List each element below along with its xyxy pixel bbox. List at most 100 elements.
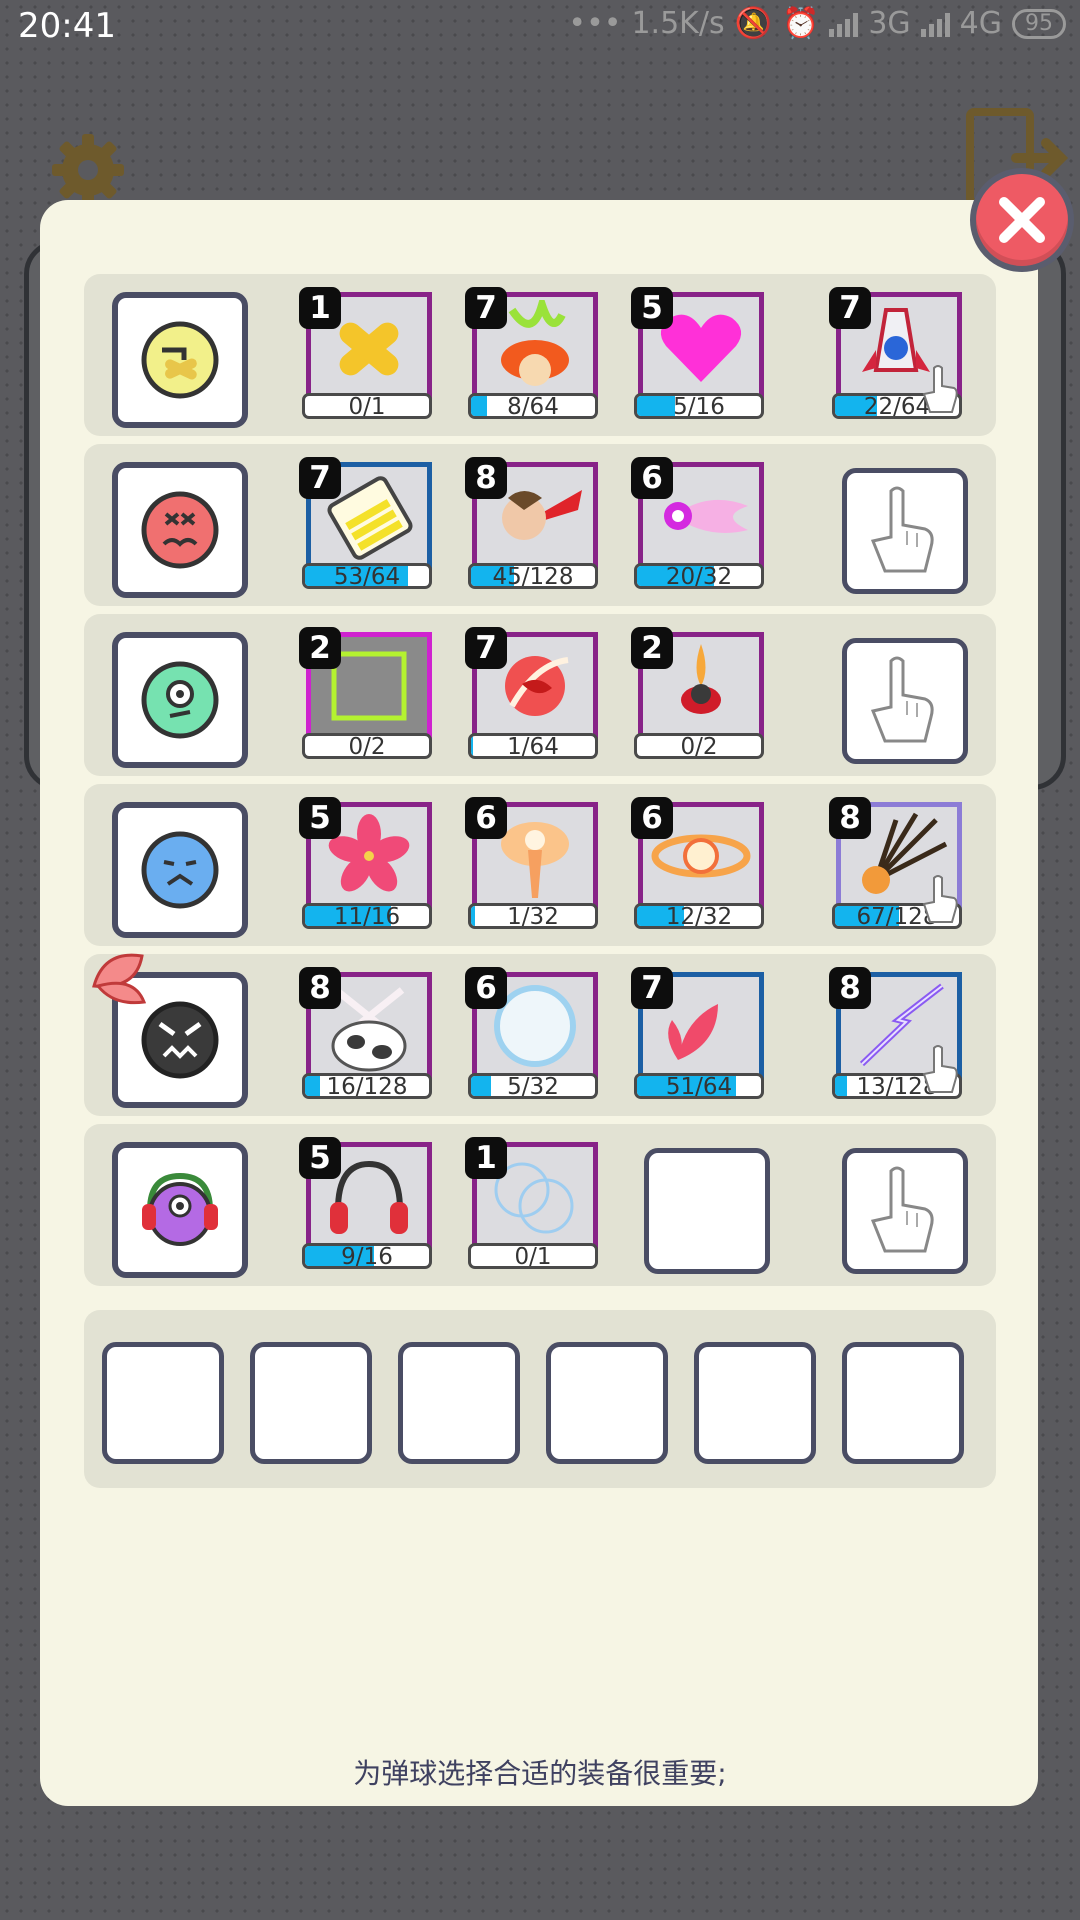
equipment-item[interactable]: 8 45/128 (465, 457, 598, 589)
hand-pointer-icon (870, 1166, 934, 1253)
inventory-slot[interactable] (842, 1342, 964, 1464)
alarm-icon: ⏰ (781, 6, 820, 41)
equipment-item[interactable]: 2 0/2 (299, 627, 432, 759)
item-level-badge: 1 (299, 287, 341, 329)
item-progress-bar: 45/128 (468, 563, 598, 589)
close-icon (999, 197, 1045, 243)
equipment-item[interactable]: 1 0/1 (465, 1137, 598, 1269)
item-progress-bar: 0/1 (302, 393, 432, 419)
item-level-badge: 5 (631, 287, 673, 329)
status-time: 20:41 (18, 6, 116, 46)
blue-sad-ball-icon (141, 831, 219, 909)
item-level-badge: 2 (631, 627, 673, 669)
item-level-badge: 6 (631, 457, 673, 499)
inventory-slot[interactable] (250, 1342, 372, 1464)
equipment-item[interactable]: 5 5/16 (631, 287, 764, 419)
ball-slot[interactable] (112, 292, 248, 428)
inventory-slot[interactable] (694, 1342, 816, 1464)
item-progress-bar: 5/32 (468, 1073, 598, 1099)
equipment-item[interactable]: 7 22/64 (829, 287, 962, 419)
item-progress-text: 51/64 (665, 1074, 733, 1099)
item-progress-bar: 0/2 (634, 733, 764, 759)
item-level-badge: 2 (299, 627, 341, 669)
item-progress-text: 9/16 (341, 1244, 393, 1269)
item-level-badge: 7 (465, 627, 507, 669)
item-progress-bar: 1/32 (468, 903, 598, 929)
item-progress-text: 8/64 (507, 394, 559, 419)
net-speed: 1.5K/s (631, 6, 725, 41)
inventory-slot[interactable] (398, 1342, 520, 1464)
hand-pointer-icon (922, 875, 958, 923)
equipment-item[interactable]: 8 67/128 (829, 797, 962, 929)
item-level-badge: 5 (299, 797, 341, 839)
ball-slot[interactable] (112, 632, 248, 768)
item-progress-text: 11/16 (333, 904, 401, 929)
item-progress-text: 16/128 (326, 1074, 408, 1099)
item-progress-text: 1/32 (507, 904, 559, 929)
item-progress-bar: 5/16 (634, 393, 764, 419)
equipment-item[interactable]: 5 11/16 (299, 797, 432, 929)
net-3g-label: 3G (868, 6, 911, 41)
item-level-badge: 7 (829, 287, 871, 329)
equipment-item[interactable]: 7 1/64 (465, 627, 598, 759)
red-angry-ball-icon (141, 491, 219, 569)
equipment-item[interactable]: 6 5/32 (465, 967, 598, 1099)
empty-equip-slot[interactable] (644, 1148, 770, 1274)
equipment-item[interactable]: 6 12/32 (631, 797, 764, 929)
close-button[interactable] (970, 168, 1074, 272)
mute-icon: 🔕 (734, 6, 772, 41)
equipment-item[interactable]: 5 9/16 (299, 1137, 432, 1269)
ball-row-3: 2 0/2 7 1/64 2 0/2 (84, 614, 996, 776)
equipment-item[interactable]: 6 20/32 (631, 457, 764, 589)
equipment-item[interactable]: 1 0/1 (299, 287, 432, 419)
ball-slot[interactable] (112, 802, 248, 938)
ball-row-6: 5 9/16 1 0/1 (84, 1124, 996, 1286)
hand-pointer-icon (922, 365, 958, 413)
empty-equip-slot[interactable] (842, 1148, 968, 1274)
yellow-mouth-covered-ball-icon (141, 321, 219, 399)
item-progress-bar: 9/16 (302, 1243, 432, 1269)
signal-4g-icon (920, 11, 950, 37)
item-level-badge: 7 (299, 457, 341, 499)
inventory-slot[interactable] (102, 1342, 224, 1464)
item-progress-text: 45/128 (492, 564, 574, 589)
item-level-badge: 8 (829, 967, 871, 1009)
status-dots: ••• (568, 6, 622, 41)
green-one-eye-ball-icon (141, 661, 219, 739)
equipment-item[interactable]: 7 53/64 (299, 457, 432, 589)
item-progress-text: 20/32 (665, 564, 733, 589)
item-progress-text: 0/1 (348, 394, 386, 419)
item-level-badge: 6 (465, 967, 507, 1009)
tip-text: 为弹球选择合适的装备很重要; (353, 1757, 727, 1790)
item-progress-bar: 51/64 (634, 1073, 764, 1099)
ball-row-4: 5 11/16 6 1/32 6 12/32 8 67/128 (84, 784, 996, 946)
equipment-item[interactable]: 7 51/64 (631, 967, 764, 1099)
item-level-badge: 8 (299, 967, 341, 1009)
empty-equip-slot[interactable] (842, 638, 968, 764)
hand-pointer-icon (870, 486, 934, 573)
equipment-item[interactable]: 6 1/32 (465, 797, 598, 929)
item-level-badge: 7 (631, 967, 673, 1009)
equipment-item[interactable]: 7 8/64 (465, 287, 598, 419)
item-progress-bar: 12/32 (634, 903, 764, 929)
inventory-slot[interactable] (546, 1342, 668, 1464)
status-icons: ••• 1.5K/s 🔕 ⏰ 3G 4G 95 (568, 6, 1066, 41)
purple-headphone-ball-icon (142, 1172, 218, 1246)
item-progress-text: 5/32 (507, 1074, 559, 1099)
hand-pointer-icon (870, 656, 934, 743)
gear-icon[interactable] (48, 130, 128, 210)
item-progress-bar: 20/32 (634, 563, 764, 589)
item-level-badge: 6 (465, 797, 507, 839)
item-progress-bar: 0/2 (302, 733, 432, 759)
item-level-badge: 6 (631, 797, 673, 839)
signal-3g-icon (829, 11, 859, 37)
ball-slot[interactable] (112, 1142, 248, 1278)
ball-slot[interactable] (112, 462, 248, 598)
item-progress-bar: 1/64 (468, 733, 598, 759)
equipment-item[interactable]: 8 16/128 (299, 967, 432, 1099)
equipment-item[interactable]: 2 0/2 (631, 627, 764, 759)
item-progress-bar: 0/1 (468, 1243, 598, 1269)
equipment-item[interactable]: 8 13/128 (829, 967, 962, 1099)
empty-equip-slot[interactable] (842, 468, 968, 594)
item-progress-text: 0/2 (680, 734, 718, 759)
